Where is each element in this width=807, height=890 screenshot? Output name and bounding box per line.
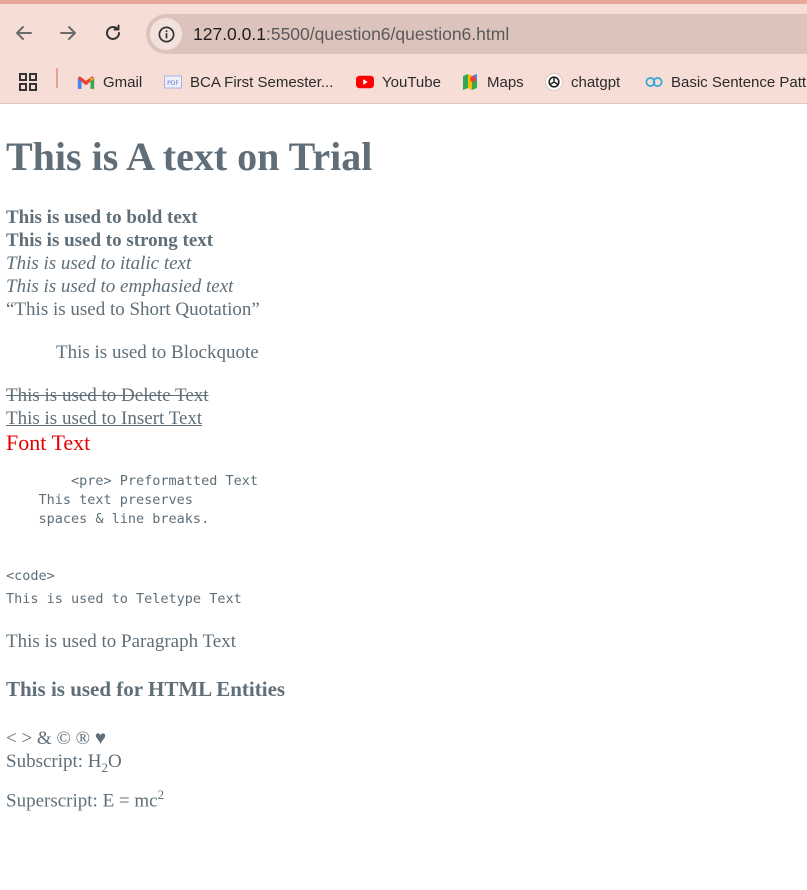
font-text: Font Text [6,430,91,455]
strong-text: This is used to strong text [6,230,214,251]
bookmark-youtube[interactable]: YouTube [356,66,441,98]
maps-icon [461,73,479,91]
url-text[interactable]: 127.0.0.1:5500/question6/question6.html [193,24,509,45]
back-button[interactable] [11,20,37,46]
code-tag-text: <code> [6,568,55,584]
chatgpt-icon [545,73,563,91]
bookmarks-separator [56,68,58,88]
emphasis-text: This is used to emphasied text [6,276,234,297]
html-entities: < > & © ® ♥ [6,728,107,749]
bookmark-bca[interactable]: PDF BCA First Semester... [164,66,333,98]
short-quotation: “This is used to Short Quotation” [6,299,260,320]
bookmark-chatgpt[interactable]: chatgpt [545,66,620,98]
bookmark-basic-sentence[interactable]: Basic Sentence Patt... [645,66,807,98]
blockquote: This is used to Blockquote [56,342,259,363]
preformatted-text: <pre> Preformatted Text This text preser… [38,473,258,527]
bca-site-icon: PDF [164,73,182,91]
reload-icon [106,24,120,40]
youtube-icon [356,73,374,91]
italic-text: This is used to italic text [6,253,192,274]
bookmark-gmail[interactable]: Gmail [77,66,142,98]
teletype-text: This is used to Teletype Text [6,591,242,607]
paragraph-text: This is used to Paragraph Text [6,631,236,652]
dual-circle-icon [645,73,663,91]
gmail-icon [77,73,95,91]
site-info-button[interactable] [150,18,182,50]
superscript-line: Superscript: E = mc2 [6,787,165,812]
info-icon [158,26,174,42]
superscript-digit: 2 [157,787,165,802]
reload-button[interactable] [100,20,126,46]
bookmarks-bar: Gmail PDF BCA First Semester... YouTube [0,66,807,100]
bookmark-maps[interactable]: Maps [461,66,524,98]
svg-text:PDF: PDF [167,80,179,87]
browser-toolbar: 127.0.0.1:5500/question6/question6.html [0,0,807,104]
entities-heading: This is used for HTML Entities [6,677,286,701]
arrow-left-icon [16,26,32,40]
subscript-line: Subscript: H2O [6,751,122,775]
forward-button[interactable] [55,20,81,46]
address-bar[interactable]: 127.0.0.1:5500/question6/question6.html [146,14,807,54]
inserted-text: This is used to Insert Text [6,408,203,429]
arrow-right-icon [60,26,76,40]
deleted-text: This is used to Delete Text [6,385,209,406]
apps-button[interactable] [18,66,38,98]
page-heading: This is A text on Trial [6,134,373,179]
apps-grid-icon [19,73,37,91]
bold-text: This is used to bold text [6,207,198,228]
